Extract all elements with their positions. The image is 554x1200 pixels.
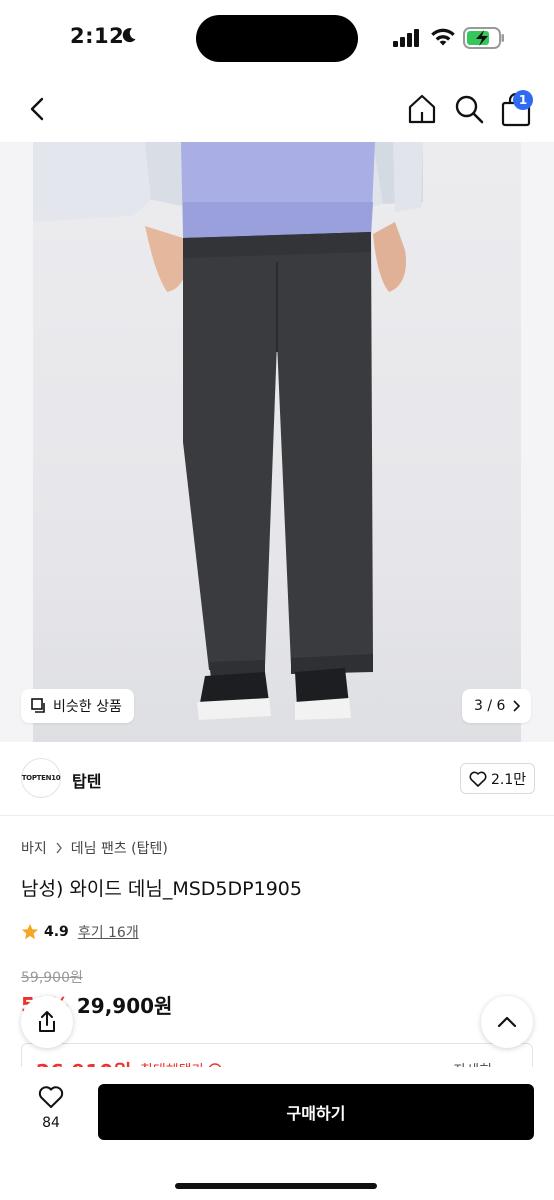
heart-outline-icon	[469, 771, 487, 787]
product-photo-illustration	[33, 142, 423, 720]
buy-button[interactable]: 구매하기	[98, 1084, 534, 1140]
breadcrumb-level1[interactable]: 바지	[21, 838, 47, 858]
status-time: 2:12	[70, 24, 125, 48]
rating-score: 4.9	[44, 924, 69, 940]
heart-icon	[38, 1086, 64, 1108]
status-bar: 2:12	[0, 0, 554, 76]
brand-like-count: 2.1만	[491, 771, 527, 788]
brand-name[interactable]: 탑텐	[72, 768, 101, 792]
bottom-action-bar: 84 구매하기	[0, 1067, 554, 1200]
brand-logo-text: TOPTEN10	[21, 774, 61, 782]
image-page-indicator[interactable]: 3 / 6	[462, 689, 532, 723]
chevron-right-icon	[513, 700, 521, 712]
battery-charging-icon	[463, 27, 504, 49]
brand-like-button[interactable]: 2.1만	[460, 763, 536, 794]
brand-row[interactable]: TOPTEN10 탑텐 2.1만	[0, 742, 554, 816]
back-arrow-icon[interactable]	[24, 94, 52, 124]
sale-price: 29,900원	[76, 994, 173, 1018]
star-icon	[21, 923, 39, 940]
wifi-icon	[431, 28, 455, 46]
home-indicator	[175, 1183, 377, 1189]
original-price: 59,900원	[21, 970, 83, 986]
dynamic-island	[196, 15, 358, 62]
chevron-up-icon	[497, 1016, 517, 1028]
wishlist-button[interactable]: 84	[26, 1085, 76, 1131]
product-rating: 4.9 후기 16개	[21, 922, 139, 942]
home-icon[interactable]	[406, 93, 438, 125]
page-indicator-text: 3 / 6	[474, 698, 506, 714]
product-image-gallery[interactable]: 비슷한 상품 3 / 6	[0, 142, 554, 742]
moon-icon	[122, 28, 136, 43]
breadcrumb-level2[interactable]: 데님 팬츠 (탑텐)	[71, 838, 168, 858]
product-title: 남성) 와이드 데님_MSD5DP1905	[21, 878, 302, 900]
cart-count-badge: 1	[513, 90, 533, 110]
product-photo	[33, 142, 521, 742]
reviews-link[interactable]: 후기 16개	[78, 922, 139, 942]
similar-products-button[interactable]: 비슷한 상품	[21, 689, 134, 723]
share-button[interactable]	[21, 996, 73, 1048]
top-nav	[0, 76, 554, 142]
similar-items-icon	[31, 698, 45, 713]
similar-products-label: 비슷한 상품	[53, 699, 122, 715]
chevron-right-icon	[56, 842, 62, 854]
cellular-signal-icon	[393, 29, 419, 47]
search-icon[interactable]	[453, 93, 485, 125]
breadcrumb: 바지 데님 팬츠 (탑텐)	[21, 838, 168, 858]
brand-logo[interactable]: TOPTEN10	[21, 758, 61, 798]
share-icon	[39, 1011, 55, 1032]
scroll-to-top-button[interactable]	[481, 996, 533, 1048]
wishlist-count: 84	[42, 1115, 60, 1131]
